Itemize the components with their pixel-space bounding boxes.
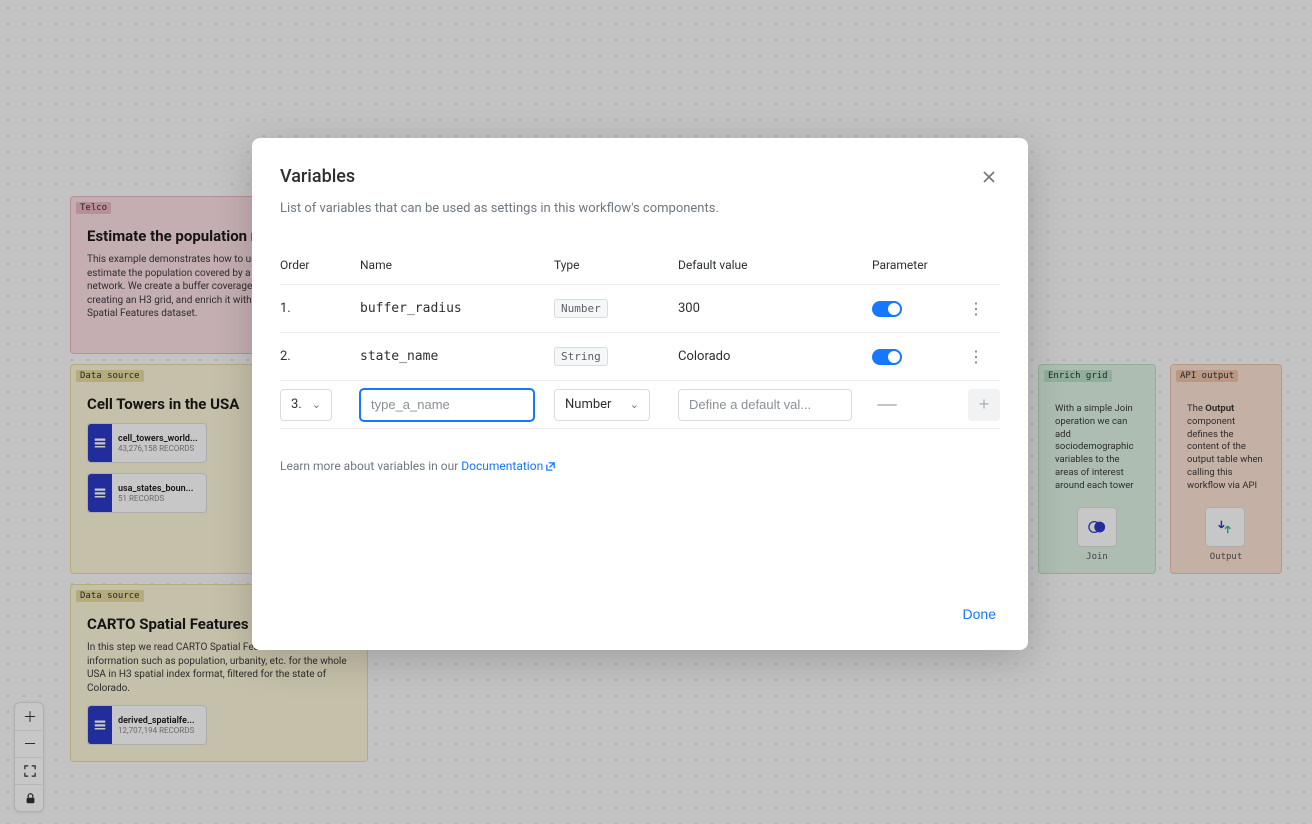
chevron-down-icon: ⌄ [630,398,639,411]
close-icon [982,170,996,184]
external-link-icon [545,461,556,475]
new-variable-row: 3. ⌄ Number ⌄ + [280,381,1000,429]
table-header: Order Name Type Default value Parameter [280,258,1000,285]
col-order: Order [280,258,360,272]
row-default: Colorado [678,349,872,364]
dialog-subtitle: List of variables that can be used as se… [280,201,1000,216]
order-value: 3. [291,397,302,412]
name-input[interactable] [371,397,523,412]
variable-row: 1. buffer_radius Number 300 ⋮ [280,285,1000,333]
variable-row: 2. state_name String Colorado ⋮ [280,333,1000,381]
row-menu-button[interactable]: ⋮ [952,347,1000,366]
chevron-down-icon: ⌄ [312,398,321,411]
default-input-wrapper [678,389,852,421]
col-default: Default value [678,258,872,272]
name-input-wrapper [360,389,534,421]
row-menu-button[interactable]: ⋮ [952,299,1000,318]
variables-dialog: Variables List of variables that can be … [252,138,1028,650]
row-default: 300 [678,301,872,316]
row-order: 2. [280,349,360,364]
type-pill: Number [554,299,608,318]
type-value: Number [565,397,611,412]
close-button[interactable] [978,166,1000,191]
parameter-toggle-placeholder [877,404,897,406]
col-type: Type [554,258,678,272]
add-variable-button[interactable]: + [968,389,1000,421]
col-name: Name [360,258,554,272]
row-name: state_name [360,349,554,364]
default-input[interactable] [689,397,841,412]
type-pill: String [554,347,608,366]
row-order: 1. [280,301,360,316]
documentation-hint: Learn more about variables in our Docume… [280,459,1000,475]
done-button[interactable]: Done [959,598,1000,630]
parameter-toggle[interactable] [872,349,902,365]
documentation-link[interactable]: Documentation [461,459,556,473]
dialog-title: Variables [280,166,355,187]
row-name: buffer_radius [360,301,554,316]
col-parameter: Parameter [872,258,952,272]
type-select[interactable]: Number ⌄ [554,389,650,421]
order-select[interactable]: 3. ⌄ [280,389,332,421]
parameter-toggle[interactable] [872,301,902,317]
variables-table: Order Name Type Default value Parameter … [280,258,1000,429]
